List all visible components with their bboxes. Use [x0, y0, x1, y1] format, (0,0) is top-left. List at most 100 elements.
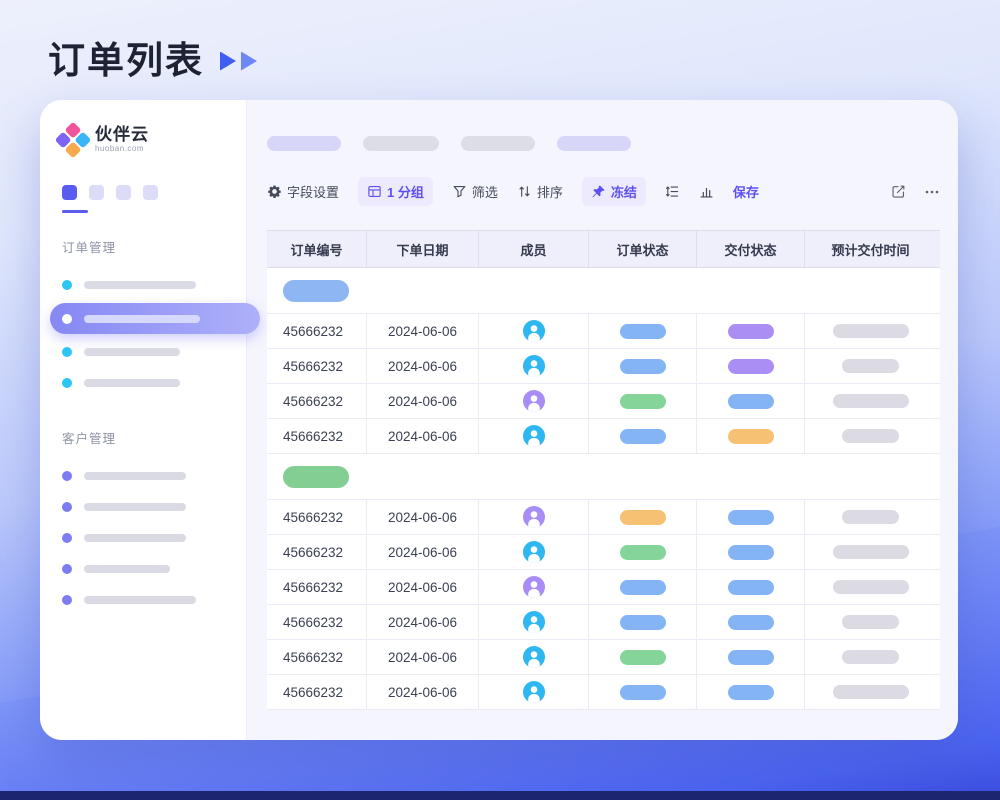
row-height-button[interactable]: [665, 184, 680, 199]
order-status-cell[interactable]: [589, 570, 697, 604]
eta-cell[interactable]: [805, 535, 936, 569]
group-button[interactable]: 1 分组: [358, 177, 433, 206]
table-row[interactable]: 456662322024-06-06: [267, 640, 940, 675]
more-button[interactable]: [924, 184, 940, 200]
order-no-cell[interactable]: 45666232: [267, 349, 367, 383]
order-status-cell[interactable]: [589, 535, 697, 569]
delivery-status-cell[interactable]: [697, 535, 805, 569]
order-no-cell[interactable]: 45666232: [267, 314, 367, 348]
order-date-cell[interactable]: 2024-06-06: [367, 640, 479, 674]
order-date-cell[interactable]: 2024-06-06: [367, 349, 479, 383]
save-button[interactable]: 保存: [733, 182, 759, 201]
table-row[interactable]: 456662322024-06-06: [267, 605, 940, 640]
chart-view-button[interactable]: [699, 184, 714, 199]
table-row[interactable]: 456662322024-06-06: [267, 419, 940, 454]
share-button[interactable]: [891, 184, 906, 199]
column-header[interactable]: 下单日期: [367, 231, 479, 267]
table-row[interactable]: 456662322024-06-06: [267, 384, 940, 419]
order-no-cell[interactable]: 45666232: [267, 570, 367, 604]
member-cell[interactable]: [479, 314, 589, 348]
order-status-cell[interactable]: [589, 419, 697, 453]
group-header-row[interactable]: [267, 454, 940, 500]
eta-cell[interactable]: [805, 570, 936, 604]
sidebar-tab[interactable]: [89, 185, 104, 200]
order-no-cell[interactable]: 45666232: [267, 384, 367, 418]
order-no-cell[interactable]: 45666232: [267, 535, 367, 569]
order-date-cell[interactable]: 2024-06-06: [367, 605, 479, 639]
member-cell[interactable]: [479, 419, 589, 453]
nav-item[interactable]: [60, 461, 230, 491]
member-cell[interactable]: [479, 349, 589, 383]
order-status-cell[interactable]: [589, 349, 697, 383]
delivery-status-cell[interactable]: [697, 570, 805, 604]
delivery-status-cell[interactable]: [697, 640, 805, 674]
order-no-cell[interactable]: 45666232: [267, 500, 367, 534]
order-status-cell[interactable]: [589, 500, 697, 534]
eta-cell[interactable]: [805, 640, 936, 674]
order-status-cell[interactable]: [589, 605, 697, 639]
order-date-cell[interactable]: 2024-06-06: [367, 675, 479, 709]
column-header[interactable]: 交付状态: [697, 231, 805, 267]
order-no-cell[interactable]: 45666232: [267, 605, 367, 639]
eta-cell[interactable]: [805, 314, 936, 348]
member-cell[interactable]: [479, 570, 589, 604]
order-no-cell[interactable]: 45666232: [267, 419, 367, 453]
member-cell[interactable]: [479, 605, 589, 639]
member-cell[interactable]: [479, 384, 589, 418]
table-row[interactable]: 456662322024-06-06: [267, 314, 940, 349]
delivery-status-cell[interactable]: [697, 605, 805, 639]
field-settings-button[interactable]: 字段设置: [267, 182, 339, 201]
column-header[interactable]: 预计交付时间: [805, 231, 936, 267]
delivery-status-cell[interactable]: [697, 675, 805, 709]
delivery-status-cell[interactable]: [697, 419, 805, 453]
order-date-cell[interactable]: 2024-06-06: [367, 419, 479, 453]
nav-item[interactable]: [60, 337, 230, 367]
column-header[interactable]: 订单状态: [589, 231, 697, 267]
table-row[interactable]: 456662322024-06-06: [267, 349, 940, 384]
delivery-status-cell[interactable]: [697, 384, 805, 418]
order-no-cell[interactable]: 45666232: [267, 640, 367, 674]
order-date-cell[interactable]: 2024-06-06: [367, 535, 479, 569]
delivery-status-cell[interactable]: [697, 349, 805, 383]
group-header-row[interactable]: [267, 268, 940, 314]
member-cell[interactable]: [479, 640, 589, 674]
member-cell[interactable]: [479, 535, 589, 569]
nav-item[interactable]: [60, 585, 230, 615]
order-status-cell[interactable]: [589, 384, 697, 418]
table-row[interactable]: 456662322024-06-06: [267, 675, 940, 710]
nav-item[interactable]: [60, 492, 230, 522]
eta-cell[interactable]: [805, 419, 936, 453]
member-cell[interactable]: [479, 675, 589, 709]
delivery-status-cell[interactable]: [697, 314, 805, 348]
eta-cell[interactable]: [805, 605, 936, 639]
nav-item[interactable]: [60, 523, 230, 553]
eta-cell[interactable]: [805, 500, 936, 534]
order-date-cell[interactable]: 2024-06-06: [367, 500, 479, 534]
sidebar-tab[interactable]: [143, 185, 158, 200]
eta-cell[interactable]: [805, 675, 936, 709]
nav-item[interactable]: [60, 554, 230, 584]
table-row[interactable]: 456662322024-06-06: [267, 500, 940, 535]
order-date-cell[interactable]: 2024-06-06: [367, 314, 479, 348]
sidebar-tab[interactable]: [62, 185, 77, 200]
nav-item[interactable]: [60, 270, 230, 300]
column-header[interactable]: 成员: [479, 231, 589, 267]
order-status-cell[interactable]: [589, 314, 697, 348]
sort-button[interactable]: 排序: [517, 182, 563, 201]
delivery-status-cell[interactable]: [697, 500, 805, 534]
member-cell[interactable]: [479, 500, 589, 534]
eta-cell[interactable]: [805, 384, 936, 418]
nav-item[interactable]: [60, 368, 230, 398]
freeze-button[interactable]: 冻结: [582, 177, 646, 206]
order-date-cell[interactable]: 2024-06-06: [367, 384, 479, 418]
order-no-cell[interactable]: 45666232: [267, 675, 367, 709]
column-header[interactable]: 订单编号: [267, 231, 367, 267]
order-status-cell[interactable]: [589, 675, 697, 709]
order-date-cell[interactable]: 2024-06-06: [367, 570, 479, 604]
order-status-cell[interactable]: [589, 640, 697, 674]
sidebar-tab[interactable]: [116, 185, 131, 200]
table-row[interactable]: 456662322024-06-06: [267, 535, 940, 570]
nav-item-active[interactable]: [50, 303, 260, 334]
table-row[interactable]: 456662322024-06-06: [267, 570, 940, 605]
filter-button[interactable]: 筛选: [452, 182, 498, 201]
